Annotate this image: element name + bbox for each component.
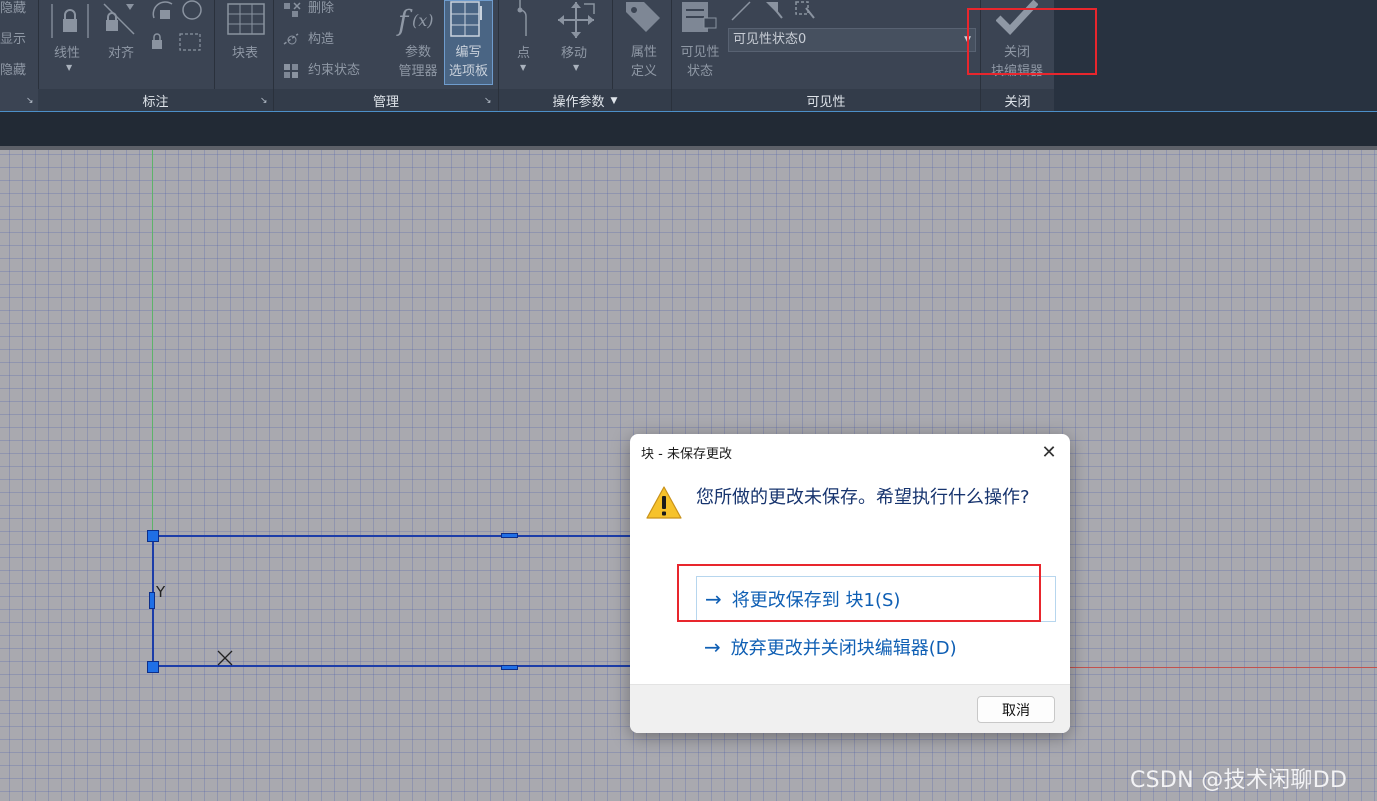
panel-launcher-icon[interactable]: ↘ [260, 96, 268, 106]
cancel-button[interactable]: 取消 [977, 696, 1055, 723]
authoring-palette-icon [449, 0, 489, 40]
dialog-title: 块 - 未保存更改 [641, 447, 732, 462]
visibility-panel-footer[interactable]: 可见性 [672, 89, 980, 112]
block-table-icon[interactable] [226, 2, 266, 36]
show-label[interactable]: 显示 [0, 30, 26, 49]
visibility-tools-icon[interactable] [730, 0, 820, 22]
svg-text:f: f [396, 4, 413, 37]
grip-bottom-mid[interactable] [501, 665, 518, 670]
move-label[interactable]: 移动 [561, 44, 587, 63]
param-manager-label[interactable]: 参数 管理器 [392, 43, 444, 81]
close-icon[interactable]: ✕ [1036, 440, 1062, 464]
block-table-label[interactable]: 块表 [232, 44, 258, 63]
construct-icon[interactable] [282, 30, 302, 48]
visibility-state-icon[interactable] [680, 0, 720, 38]
align-button-label[interactable]: 对齐 [108, 44, 134, 63]
hide-label[interactable]: 隐藏 [0, 0, 26, 18]
ucs-x-marker-icon [216, 649, 234, 667]
dialog-footer: 取消 [630, 684, 1070, 733]
visibility-state-label[interactable]: 可见性 状态 [674, 43, 726, 81]
delete-icon[interactable] [282, 1, 302, 19]
linear-dropdown-arrow[interactable]: ▼ [66, 63, 72, 72]
lock-icon[interactable] [50, 2, 90, 40]
move-icon[interactable] [556, 0, 598, 40]
hide2-label[interactable]: 隐藏 [0, 61, 26, 80]
ucs-y-label: Y [156, 583, 166, 601]
fx-icon[interactable]: f (x) [396, 0, 438, 40]
close-panel-footer[interactable]: 关闭 [981, 89, 1054, 112]
attribute-tag-icon[interactable] [622, 0, 664, 38]
visibility-panel-title: 可见性 [806, 95, 846, 110]
selected-rectangle[interactable] [152, 535, 630, 667]
watermark: CSDN @技术闲聊DD [1130, 768, 1348, 793]
discard-changes-label: 放弃更改并关闭块编辑器(D) [730, 638, 957, 659]
constraint-state-label[interactable]: 约束状态 [308, 61, 360, 80]
highlight-box-close-editor [967, 8, 1097, 75]
point-param-icon[interactable] [514, 0, 536, 40]
delete-label[interactable]: 删除 [308, 0, 334, 18]
dimension-panel-title: 标注 [142, 95, 169, 110]
dimension-panel-footer[interactable]: 标注 [38, 89, 273, 112]
point-label[interactable]: 点 [517, 44, 530, 63]
action-params-panel-footer[interactable]: 操作参数 ▼ [499, 89, 671, 112]
highlight-box-save-command [677, 564, 1041, 622]
x-axis-line [1070, 667, 1377, 668]
ribbon-empty-area [1054, 0, 1377, 112]
discard-changes-command[interactable]: → 放弃更改并关闭块编辑器(D) [696, 624, 1056, 670]
file-tab-bar [0, 112, 1377, 146]
chevron-down-icon: ▼ [610, 95, 618, 106]
attribute-definition-label[interactable]: 属性 定义 [620, 43, 668, 81]
linear-button-label[interactable]: 线性 [54, 44, 80, 63]
panel-launcher-icon[interactable]: ↘ [484, 96, 492, 106]
move-dropdown-arrow[interactable]: ▼ [573, 63, 579, 72]
constraint-state-icon[interactable] [282, 62, 302, 80]
y-axis-line [152, 150, 153, 535]
polar-lock-icon[interactable] [150, 0, 208, 58]
close-panel-title: 关闭 [1004, 95, 1031, 110]
ribbon: 隐藏 显示 隐藏 ↘ 线性 ▼ 对齐 块表 标注 ↘ 删除 构造 约束状态 f(… [0, 0, 1054, 112]
grip-left-mid[interactable] [149, 592, 155, 609]
action-params-panel-title: 操作参数 [552, 95, 605, 110]
manage-panel-footer[interactable]: 管理 [274, 89, 498, 112]
visibility-state-select[interactable]: 可见性状态0 ▼ [728, 28, 976, 52]
panel-launcher-icon[interactable]: ↘ [26, 96, 34, 106]
grip-top-left[interactable] [147, 530, 159, 542]
point-dropdown-arrow[interactable]: ▼ [520, 63, 526, 72]
align-param-icon[interactable] [100, 0, 146, 40]
grip-bottom-left[interactable] [147, 661, 159, 673]
manage-panel-title: 管理 [372, 95, 399, 110]
warning-icon [645, 485, 683, 525]
construct-label[interactable]: 构造 [308, 30, 334, 49]
dialog-message: 您所做的更改未保存。希望执行什么操作? [696, 487, 1030, 508]
authoring-palette-label: 编写 选项板 [448, 45, 488, 79]
grip-top-mid[interactable] [501, 533, 518, 538]
svg-text:(x): (x) [412, 11, 434, 30]
arrow-right-icon: → [704, 635, 721, 659]
visibility-state-value: 可见性状态0 [733, 32, 807, 47]
